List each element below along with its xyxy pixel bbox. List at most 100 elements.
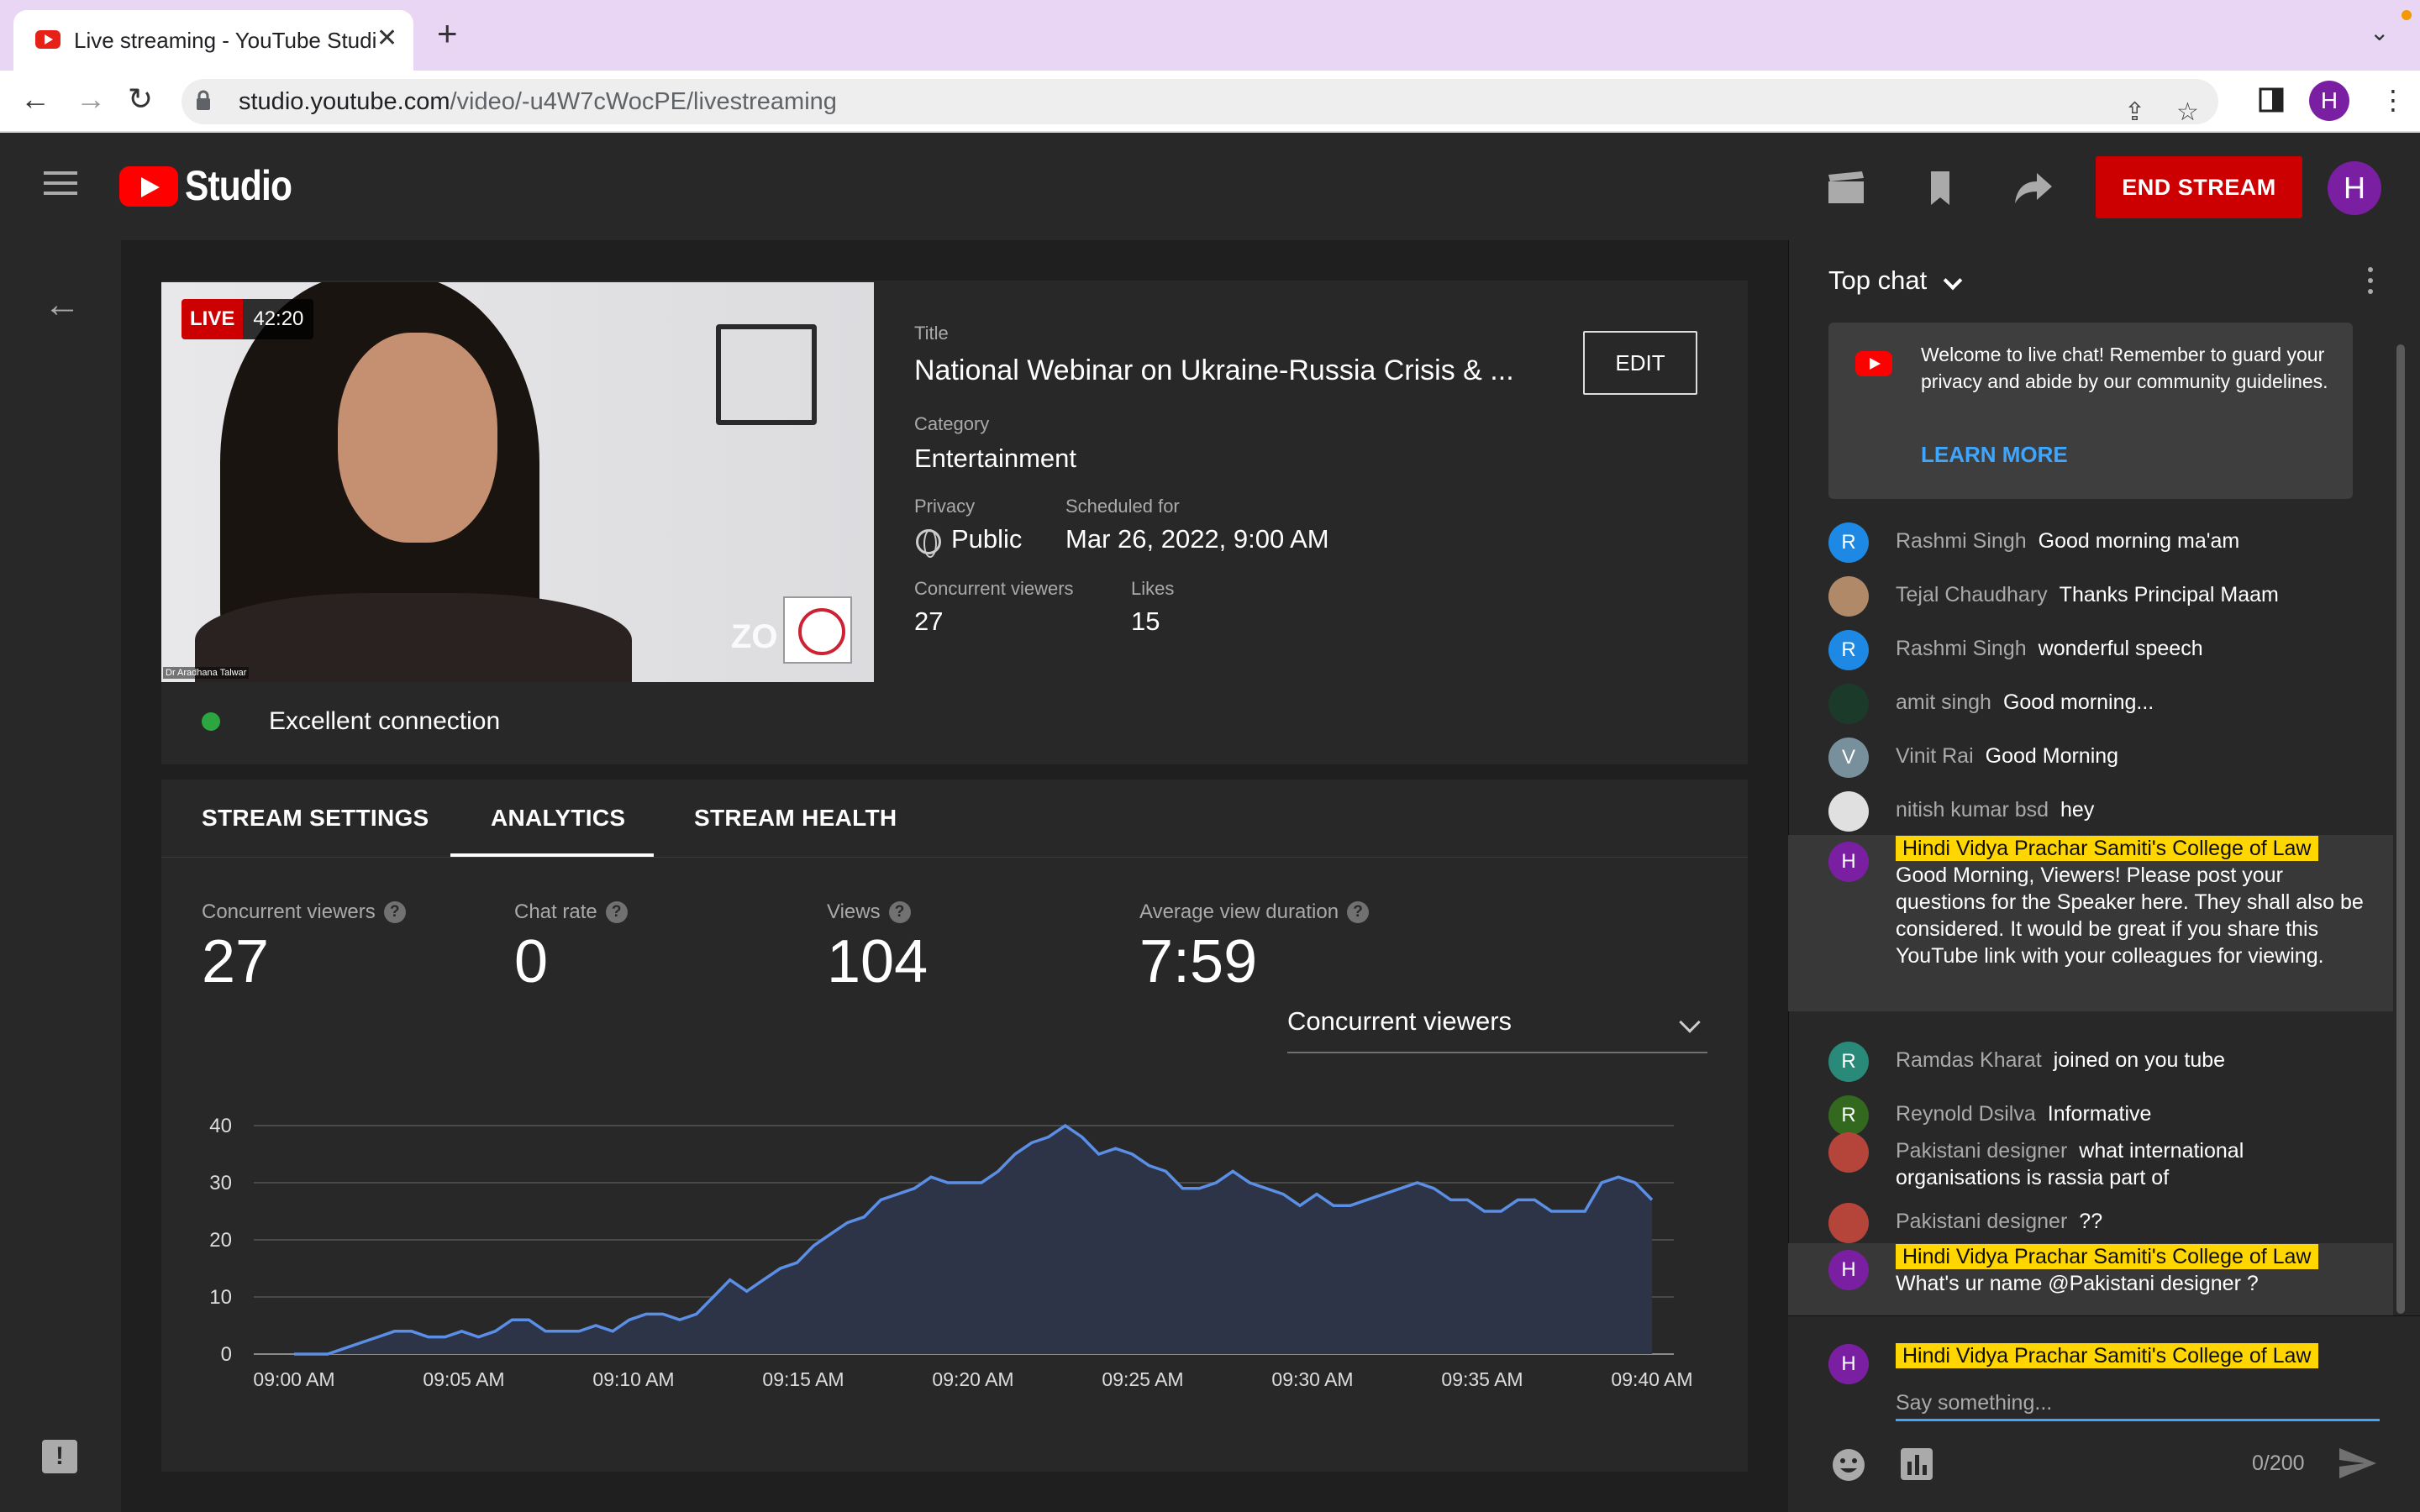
youtube-favicon-icon [35, 30, 60, 49]
chat-scrollbar[interactable] [2396, 344, 2405, 1314]
chat-message[interactable]: Pakistani designer?? [1788, 1196, 2393, 1250]
chat-message[interactable]: Pakistani designer what international org… [1788, 1126, 2393, 1196]
metric-dropdown[interactable]: Concurrent viewers [1287, 1006, 1707, 1053]
chat-avatar[interactable] [1828, 1203, 1869, 1243]
poll-icon[interactable] [1899, 1446, 1934, 1482]
end-stream-button[interactable]: END STREAM [2096, 156, 2302, 218]
bookmark-star-icon[interactable]: ☆ [2176, 97, 2199, 127]
chat-welcome-banner: Welcome to live chat! Remember to guard … [1828, 323, 2353, 499]
chat-message[interactable]: R Rashmi Singh Good morning ma'am [1788, 516, 2393, 570]
chat-author[interactable]: amit singh [1896, 690, 1991, 714]
title-label: Title [914, 323, 949, 344]
chat-text: Good morning ma'am [2038, 529, 2240, 553]
help-icon[interactable]: ? [888, 901, 911, 923]
youtube-icon [1855, 351, 1892, 376]
chat-author[interactable]: Ramdas Kharat [1896, 1048, 2042, 1072]
chat-message[interactable]: nitish kumar bsd hey [1788, 785, 2393, 838]
chat-text: Good Morning [1985, 744, 2119, 768]
account-avatar[interactable]: H [2328, 161, 2381, 215]
connection-status-icon [202, 712, 220, 731]
forward-arrow-icon[interactable]: → [76, 82, 106, 116]
emoji-icon[interactable] [1830, 1446, 1867, 1483]
metric-label: Average view duration? [1139, 900, 1370, 924]
update-indicator-icon [2402, 10, 2412, 20]
welcome-message: Welcome to live chat! Remember to guard … [1921, 344, 2328, 392]
scheduled-value: Mar 26, 2022, 9:00 AM [1065, 524, 1329, 554]
college-emblem-icon [783, 596, 852, 664]
chat-message[interactable]: amit singh Good morning... [1788, 677, 2393, 731]
help-icon[interactable]: ? [1347, 901, 1370, 923]
chat-author[interactable]: Reynold Dsilva [1896, 1102, 2036, 1126]
chat-avatar[interactable]: R [1828, 630, 1869, 670]
chat-author[interactable]: Hindi Vidya Prachar Samiti's College of … [1896, 1244, 2318, 1269]
help-icon[interactable]: ? [605, 901, 628, 923]
chat-avatar[interactable] [1828, 576, 1869, 617]
send-icon[interactable] [2338, 1445, 2378, 1482]
chat-author[interactable]: Vinit Rai [1896, 744, 1974, 768]
y-tick-label: 0 [221, 1343, 232, 1366]
tab-stream-health[interactable]: STREAM HEALTH [694, 805, 897, 832]
chat-message-text: nitish kumar bsd hey [1896, 796, 2366, 823]
back-arrow-icon[interactable]: ← [20, 82, 50, 116]
close-tab-icon[interactable]: ✕ [376, 24, 397, 53]
tab-search-chevron-icon[interactable]: ⌄ [2370, 18, 2389, 46]
tab-stream-settings[interactable]: STREAM SETTINGS [202, 805, 429, 832]
browser-profile-avatar[interactable]: H [2309, 81, 2349, 121]
help-icon[interactable]: ? [383, 901, 406, 923]
feedback-icon[interactable]: ! [42, 1440, 77, 1473]
share-icon[interactable]: ⇪ [2124, 97, 2145, 127]
menu-icon[interactable] [44, 171, 77, 197]
char-count: 0/200 [2252, 1452, 2305, 1475]
chat-message[interactable]: H Hindi Vidya Prachar Samiti's College of… [1788, 835, 2393, 1011]
metric-value: 0 [514, 928, 549, 995]
chat-message[interactable]: V Vinit Rai Good Morning [1788, 731, 2393, 785]
chat-avatar[interactable]: H [1828, 842, 1869, 882]
chat-author[interactable]: Pakistani designer [1896, 1210, 2067, 1233]
new-tab-icon[interactable]: + [437, 16, 458, 51]
chat-avatar[interactable] [1828, 1132, 1869, 1173]
chat-author[interactable]: Rashmi Singh [1896, 529, 2027, 553]
browser-tab[interactable]: Live streaming - YouTube Studio ✕ [13, 10, 413, 71]
chat-avatar[interactable] [1828, 791, 1869, 832]
chat-avatar[interactable]: V [1828, 738, 1869, 778]
learn-more-link[interactable]: LEARN MORE [1921, 442, 2068, 468]
edit-button[interactable]: EDIT [1583, 331, 1697, 395]
chat-mode-selector[interactable]: Top chat [1828, 265, 1927, 296]
chat-author[interactable]: Rashmi Singh [1896, 637, 2027, 660]
chat-input[interactable] [1896, 1388, 2380, 1421]
chat-message[interactable]: H Hindi Vidya Prachar Samiti's College of… [1788, 1243, 2393, 1315]
chat-avatar[interactable]: H [1828, 1250, 1869, 1290]
tab-analytics[interactable]: ANALYTICS [491, 805, 625, 832]
more-options-icon[interactable] [2368, 267, 2373, 296]
chat-avatar[interactable]: R [1828, 1042, 1869, 1082]
browser-tab-strip: Live streaming - YouTube Studio ✕ + ⌄ [0, 0, 2420, 71]
y-tick-label: 10 [209, 1286, 232, 1309]
chat-message-text: Hindi Vidya Prachar Samiti's College of … [1896, 835, 2366, 969]
address-bar[interactable]: studio.youtube.com/video/-u4W7cWocPE/liv… [182, 79, 2218, 127]
chat-message[interactable]: R Ramdas Kharat joined on you tube [1788, 1035, 2393, 1089]
chat-author[interactable]: Pakistani designer [1896, 1139, 2067, 1163]
chat-text: What's ur name @Pakistani designer ? [1896, 1272, 2259, 1295]
browser-menu-icon[interactable]: ⋮ [2380, 84, 2407, 116]
x-tick-label: 09:35 AM [1441, 1368, 1523, 1390]
browser-toolbar: ← → ↻ studio.youtube.com/video/-u4W7cWoc… [0, 71, 2420, 133]
clapperboard-icon[interactable] [1827, 170, 1867, 207]
chat-author[interactable]: nitish kumar bsd [1896, 798, 2049, 822]
bookmark-icon[interactable] [1921, 170, 1961, 207]
reload-icon[interactable]: ↻ [128, 82, 153, 116]
chat-avatar[interactable]: R [1828, 522, 1869, 563]
privacy-label: Privacy [914, 496, 976, 517]
likes-value: 15 [1131, 606, 1160, 636]
side-panel-icon[interactable] [2259, 86, 2286, 116]
chat-message[interactable]: R Rashmi Singh wonderful speech [1788, 623, 2393, 677]
viewers-label: Concurrent viewers [914, 578, 1074, 599]
x-tick-label: 09:20 AM [932, 1368, 1013, 1390]
youtube-logo-icon[interactable] [119, 166, 178, 207]
video-preview[interactable]: ZO Dr Aradhana Talwar [161, 282, 874, 682]
chat-author[interactable]: Tejal Chaudhary [1896, 583, 2048, 606]
share-arrow-icon[interactable] [2013, 170, 2054, 207]
back-arrow-icon[interactable]: ← [44, 284, 81, 326]
chat-avatar[interactable] [1828, 684, 1869, 724]
chat-author[interactable]: Hindi Vidya Prachar Samiti's College of … [1896, 836, 2318, 861]
chat-message[interactable]: Tejal Chaudhary Thanks Principal Maam [1788, 570, 2393, 623]
